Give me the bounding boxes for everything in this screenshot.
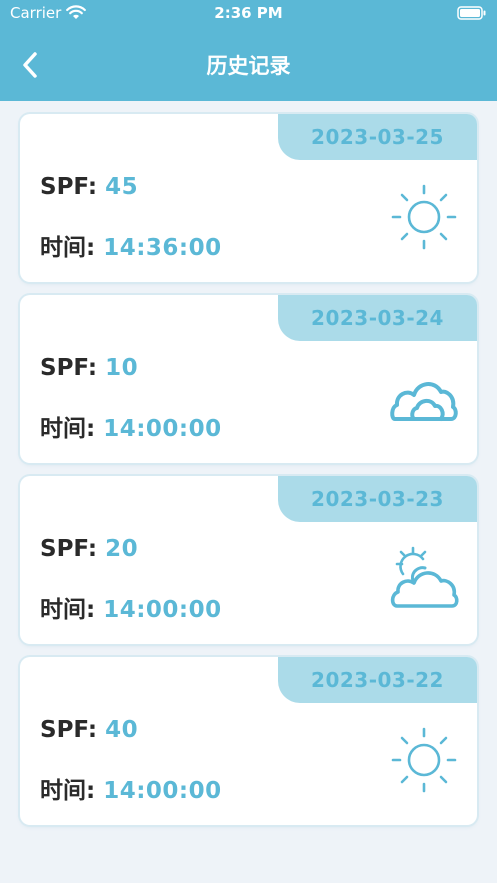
spf-value: 10 bbox=[105, 355, 139, 381]
history-card[interactable]: 2023-03-23 SPF: 20 时间: 14:00:00 bbox=[20, 476, 477, 644]
time-label: 时间: bbox=[40, 597, 96, 623]
spf-row: SPF: 20 bbox=[40, 536, 138, 562]
sun-icon bbox=[391, 727, 457, 793]
time-row: 时间: 14:00:00 bbox=[40, 409, 222, 443]
time-label: 时间: bbox=[40, 235, 96, 261]
history-card[interactable]: 2023-03-22 SPF: 40 时间: 14:00:00 bbox=[20, 657, 477, 825]
partly-cloudy-icon bbox=[390, 546, 459, 608]
date-badge: 2023-03-25 bbox=[278, 114, 477, 160]
time-value: 14:00:00 bbox=[103, 778, 222, 804]
spf-label: SPF: bbox=[40, 536, 98, 562]
battery-icon bbox=[457, 6, 487, 24]
date-badge: 2023-03-22 bbox=[278, 657, 477, 703]
app-header: Carrier 2:36 PM 历史记录 bbox=[0, 0, 497, 101]
date-badge: 2023-03-24 bbox=[278, 295, 477, 341]
clock: 2:36 PM bbox=[214, 4, 283, 22]
history-card[interactable]: 2023-03-25 SPF: 45 时间: 14:36:00 bbox=[20, 114, 477, 282]
date-badge: 2023-03-23 bbox=[278, 476, 477, 522]
time-value: 14:00:00 bbox=[103, 597, 222, 623]
spf-row: SPF: 40 bbox=[40, 717, 138, 743]
time-value: 14:00:00 bbox=[103, 416, 222, 442]
status-bar: Carrier 2:36 PM bbox=[0, 0, 497, 30]
spf-value: 20 bbox=[105, 536, 139, 562]
history-card[interactable]: 2023-03-24 SPF: 10 时间: 14:00:00 bbox=[20, 295, 477, 463]
time-value: 14:36:00 bbox=[103, 235, 222, 261]
spf-row: SPF: 10 bbox=[40, 355, 138, 381]
time-label: 时间: bbox=[40, 416, 96, 442]
spf-value: 40 bbox=[105, 717, 139, 743]
time-row: 时间: 14:36:00 bbox=[40, 228, 222, 262]
nav-bar: 历史记录 bbox=[0, 30, 497, 101]
spf-label: SPF: bbox=[40, 717, 98, 743]
time-row: 时间: 14:00:00 bbox=[40, 590, 222, 624]
sun-icon bbox=[391, 184, 457, 250]
time-row: 时间: 14:00:00 bbox=[40, 771, 222, 805]
spf-label: SPF: bbox=[40, 174, 98, 200]
time-label: 时间: bbox=[40, 778, 96, 804]
spf-value: 45 bbox=[105, 174, 139, 200]
page-title: 历史记录 bbox=[206, 54, 291, 78]
spf-row: SPF: 45 bbox=[40, 174, 138, 200]
cloud-icon bbox=[390, 382, 458, 421]
spf-label: SPF: bbox=[40, 355, 98, 381]
